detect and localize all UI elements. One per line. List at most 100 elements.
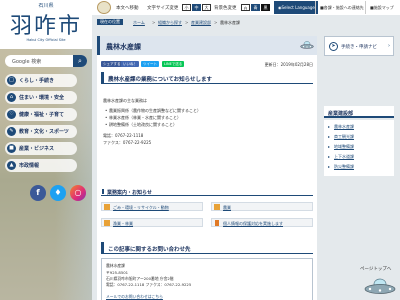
news-title: 業務案内・お知らせ	[102, 189, 152, 196]
breadcrumb-home[interactable]: ホーム	[133, 20, 145, 26]
compass-icon: ➤	[329, 42, 338, 51]
logo-city-name: 羽咋市	[9, 14, 82, 39]
search-box[interactable]: Google 検索 ⌕	[5, 55, 87, 67]
link-tile-recycle[interactable]: ごみ・環境・リサイクル・動物	[101, 202, 203, 211]
nav-item-living[interactable]: □ くらし・手続き	[5, 74, 77, 87]
nav-label: 教育・文化・スポーツ	[19, 129, 69, 135]
briefcase-icon: ■	[7, 144, 16, 153]
folder-icon	[214, 204, 220, 210]
bg-color-label: 背景色変更	[214, 6, 237, 11]
line-share-button[interactable]: LINEで送る	[162, 61, 185, 67]
procedure-navi-button[interactable]: ➤ 手続き・申請ナビ ›	[324, 36, 394, 56]
nav-item-health[interactable]: ♡ 健康・福祉・子育て	[5, 108, 77, 121]
link-tile-label: 漁業・林業	[113, 221, 133, 226]
facebook-icon[interactable]: f	[30, 185, 46, 201]
breadcrumb-separator: >	[152, 20, 156, 25]
breadcrumb-by-org[interactable]: 組織から探す	[158, 20, 182, 26]
contact-box: 農林水産課 〒925-8501 石川県羽咋市旭町アー200番地 庁舎2階 電話：…	[101, 258, 313, 300]
heart-icon: ♡	[7, 110, 16, 119]
page-top-label: ページトップへ	[360, 266, 392, 272]
twitter-icon[interactable]: ♦	[50, 185, 66, 201]
nav-item-education[interactable]: ✎ 教育・文化・スポーツ	[5, 125, 77, 138]
font-size-large-button[interactable]: 大	[202, 4, 211, 11]
instagram-icon[interactable]: ○	[70, 185, 86, 201]
folder-icon	[104, 204, 110, 210]
building-icon: ▲	[7, 161, 16, 170]
news-heading: 業務案内・お知らせ	[101, 187, 313, 196]
updated-date: 更新日：2019年02月28日	[264, 62, 313, 67]
language-selector[interactable]: ◉Select Language	[274, 1, 318, 14]
document-icon	[215, 220, 219, 226]
section-heading: 農林水産課の業務についてお知らせします	[101, 72, 313, 84]
nav-label: くらし・手続き	[19, 78, 55, 84]
link-tile-label: 農業	[223, 205, 231, 210]
search-input[interactable]: Google 検索	[12, 58, 41, 65]
font-size-label: 文字サイズ変更	[147, 6, 179, 11]
dept-link[interactable]: 地域整備課	[328, 144, 354, 150]
main-content: 農林水産課 シェアする いいね！ ツイート LINEで送る 更新日：2019年0…	[97, 36, 317, 300]
breadcrumb-current: 農林水産課	[220, 20, 240, 25]
logo-english: Hakui City Official Site	[26, 38, 66, 42]
dept-link[interactable]: 農林水産課	[328, 124, 354, 130]
bg-blue-button[interactable]: 青	[251, 4, 260, 11]
link-tile-agriculture[interactable]: 農業	[211, 202, 313, 211]
search-icon[interactable]: ⌕	[73, 55, 87, 67]
phone-number: 電話：0767-22-1118	[103, 133, 144, 138]
site-logo[interactable]: 石川県 羽咋市 Hakui City Official Site	[0, 0, 92, 49]
nav-item-industry[interactable]: ■ 産業・ビジネス	[5, 142, 77, 155]
dept-nav-title: 産業建設部	[328, 111, 354, 117]
breadcrumb-dept[interactable]: 産業建設部	[191, 20, 211, 26]
link-tile-fishery[interactable]: 漁業・林業	[101, 218, 203, 227]
dept-link[interactable]: 防災整備課	[328, 164, 354, 170]
social-links: f ♦ ○	[30, 185, 90, 203]
facility-contacts-link[interactable]: ■各課・施設への連絡先	[315, 1, 367, 14]
font-size-medium-button[interactable]: 中	[192, 4, 201, 11]
document-icon: □	[7, 76, 16, 85]
skip-to-content-link[interactable]: 本文へ移動	[116, 5, 139, 11]
fax-number: ファクス：0767-22-9225	[103, 140, 152, 145]
breadcrumb: 現在の位置 ホーム > 組織から探す > 産業建設部 > 農林水産課	[97, 17, 397, 27]
contact-heading: この記事に関するお問い合わせ先	[101, 242, 313, 254]
nav-label: 健康・福祉・子育て	[19, 112, 65, 118]
nav-label: 市政情報	[19, 163, 40, 169]
mascot-icon	[97, 1, 111, 14]
dept-nav-heading: 産業建設部	[324, 106, 394, 118]
contact-form-link[interactable]: メールでのお問い合わせはこちら	[106, 294, 163, 300]
section-title: 農林水産課の業務についてお知らせします	[108, 77, 213, 83]
facility-map-label: 施設マップ	[373, 5, 394, 10]
ufo-icon	[300, 41, 314, 49]
contact-title: この記事に関するお問い合わせ先	[108, 247, 191, 253]
nav-label: 産業・ビジネス	[19, 146, 55, 152]
list-item: 農業振興係（農作物の生産調整などに関すること）	[105, 108, 201, 114]
nav-item-housing[interactable]: ⌂ 住まい・環境・安全	[5, 91, 77, 104]
intro-text: 農林水産課の主な業務は	[103, 98, 147, 103]
top-utility-bar: 本文へ移動 文字サイズ変更 小 中 大 背景色変更 白 青 黒 ◉Select …	[92, 0, 400, 15]
tweet-button[interactable]: ツイート	[141, 61, 159, 67]
font-size-small-button[interactable]: 小	[182, 4, 191, 11]
link-tile-privacy[interactable]: 個人情報の保護対応を実施します	[211, 218, 313, 227]
facility-contacts-label: 各課・施設への連絡先	[323, 5, 364, 10]
facebook-like-button[interactable]: いいね！	[121, 61, 139, 67]
page-title-bar: 農林水産課	[97, 36, 317, 55]
list-item: 耕地整備係（土地改良に関すること）	[105, 122, 177, 128]
nav-label: 住まい・環境・安全	[19, 95, 65, 101]
global-nav: □ くらし・手続き ⌂ 住まい・環境・安全 ♡ 健康・福祉・子育て ✎ 教育・文…	[5, 74, 77, 176]
list-item: 林業水産係（林業・水産に関すること）	[105, 115, 181, 121]
breadcrumb-label: 現在の位置	[97, 19, 123, 25]
facility-map-link[interactable]: ■施設マップ	[365, 1, 397, 14]
left-sidebar: 石川県 羽咋市 Hakui City Official Site Google …	[0, 0, 92, 300]
house-icon: ⌂	[7, 93, 16, 102]
page-top-button[interactable]: ページトップへ	[356, 262, 398, 298]
nav-item-city[interactable]: ▲ 市政情報	[5, 159, 77, 172]
facebook-share-button[interactable]: シェアする	[101, 61, 123, 67]
chevron-right-icon: ›	[388, 43, 390, 49]
link-tile-label: 個人情報の保護対応を実施します	[223, 221, 283, 226]
contact-phone: 電話：0767-22-1118 ファクス：0767-22-9225	[106, 282, 192, 287]
dept-link[interactable]: 商工観光課	[328, 134, 354, 140]
link-tile-label: ごみ・環境・リサイクル・動物	[113, 205, 169, 210]
bg-black-button[interactable]: 黒	[261, 4, 270, 11]
folder-icon	[104, 220, 110, 226]
book-icon: ✎	[7, 127, 16, 136]
dept-link[interactable]: 上下水道課	[328, 154, 354, 160]
bg-white-button[interactable]: 白	[241, 4, 250, 11]
